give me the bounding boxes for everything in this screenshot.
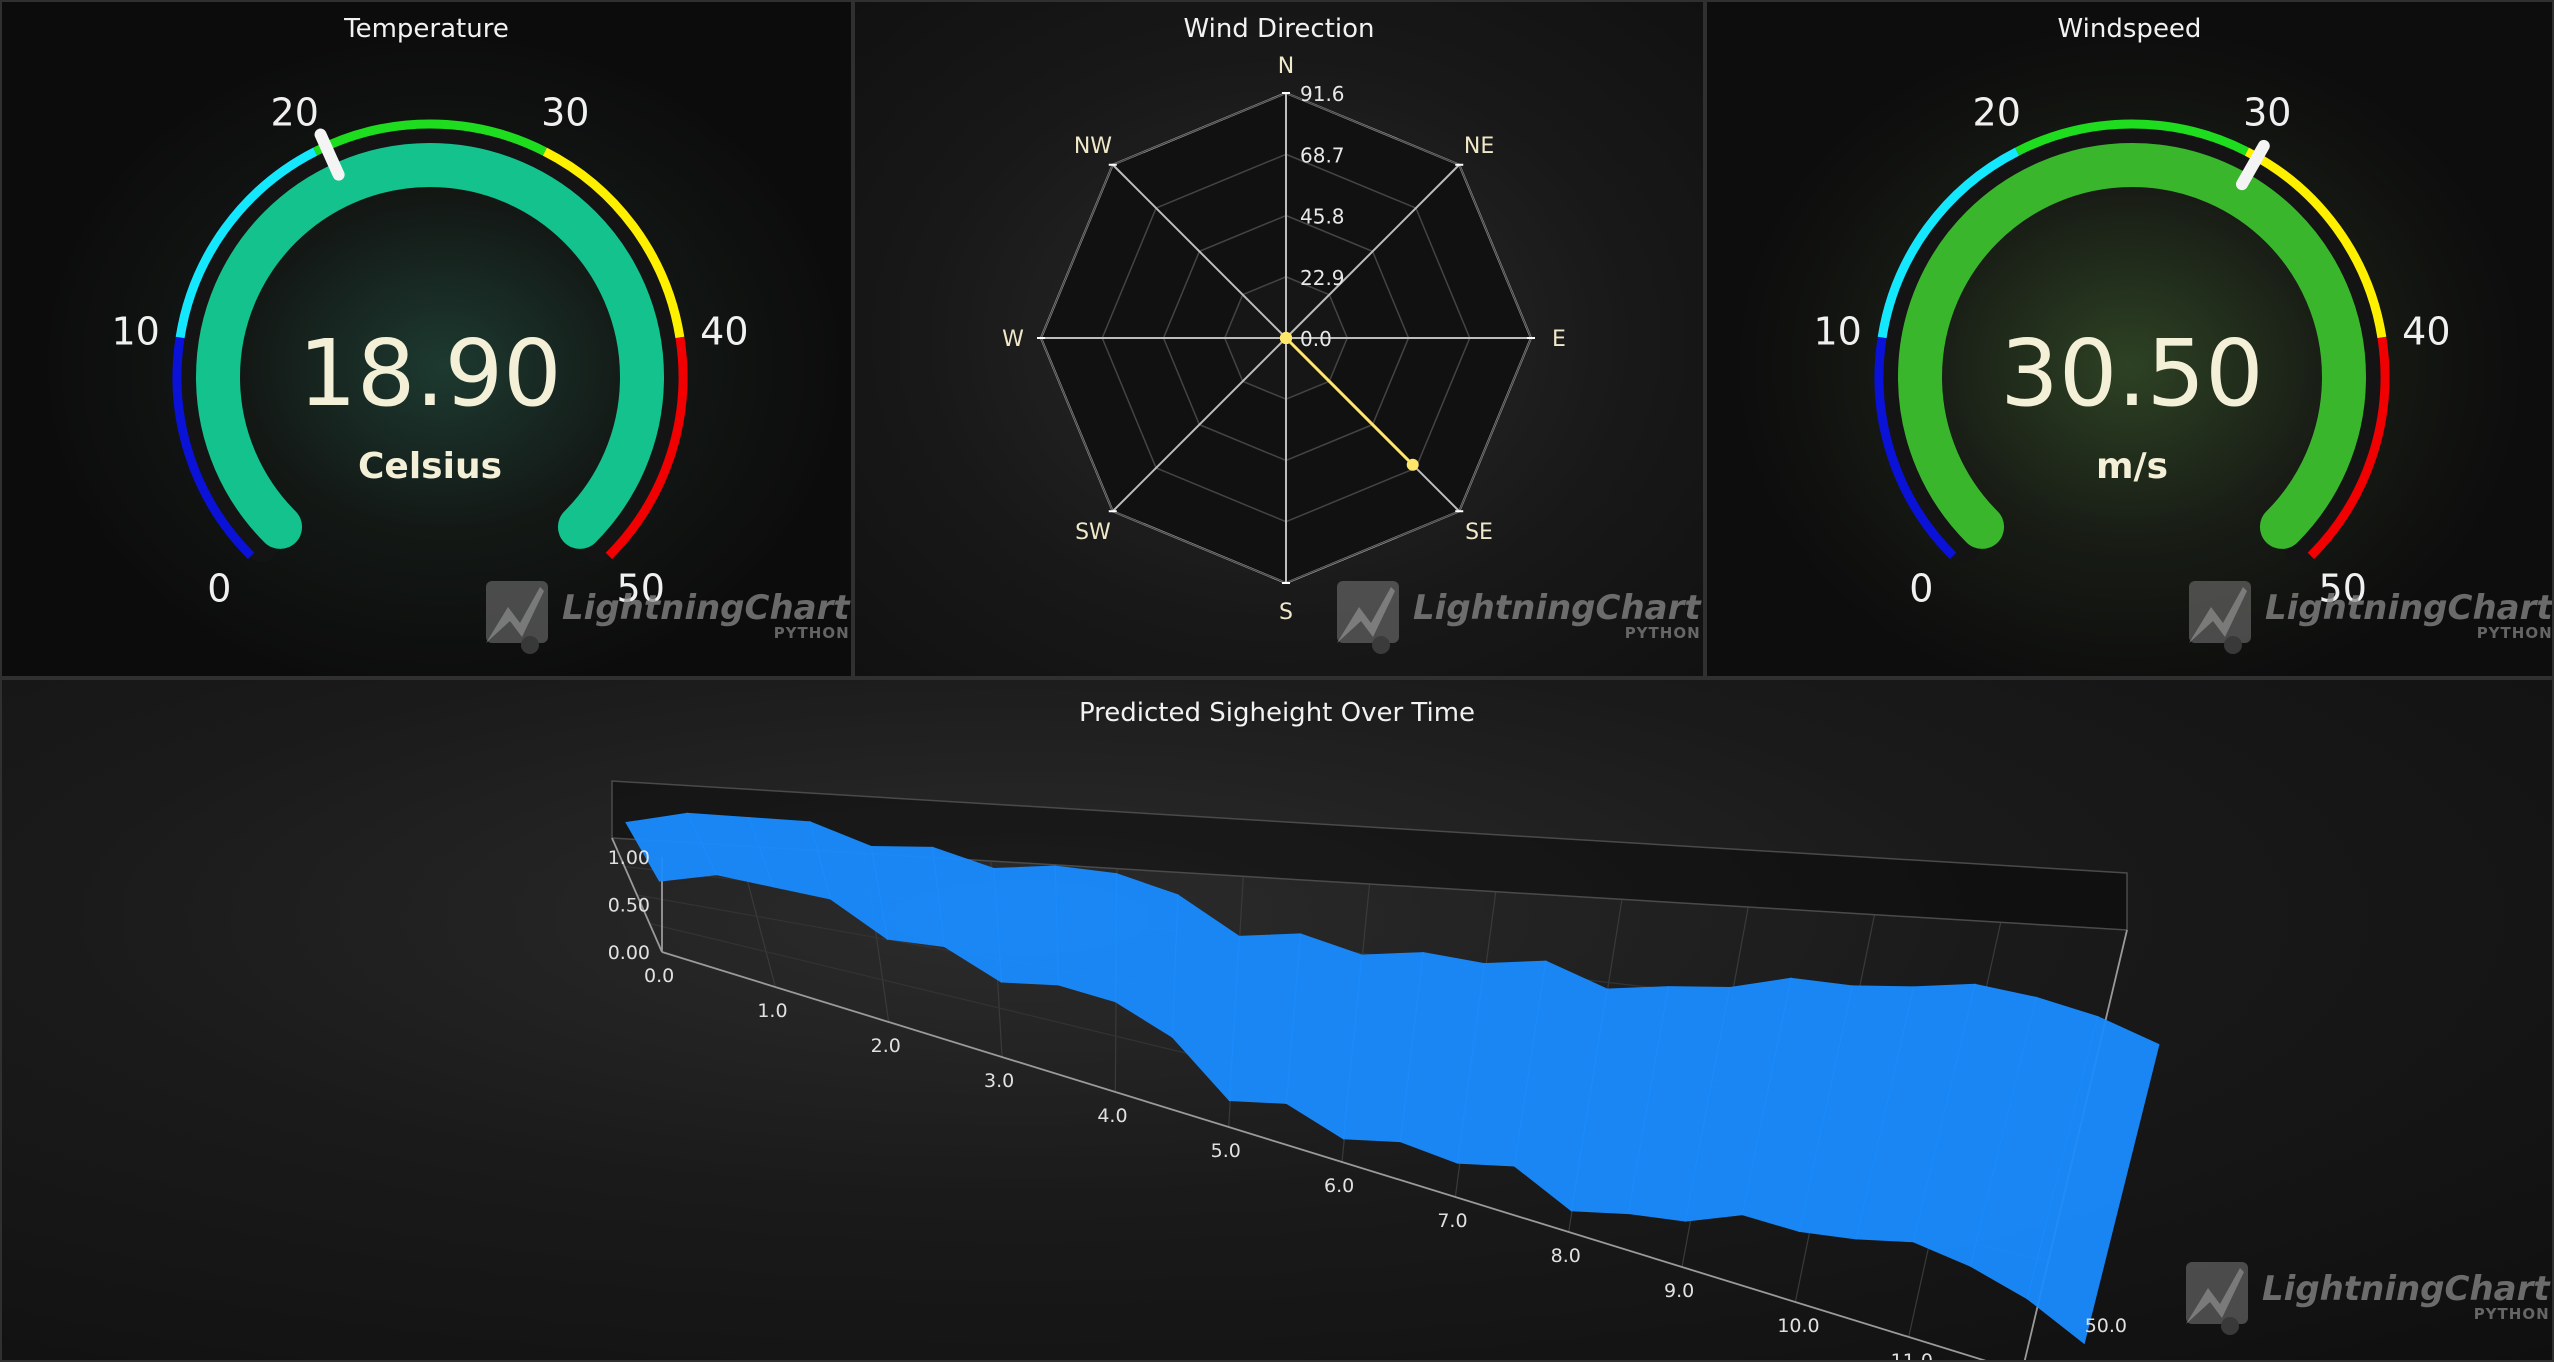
watermark-sub: PYTHON xyxy=(2473,1305,2550,1323)
watermark: LightningChart PYTHON xyxy=(480,577,850,655)
z-tick-label: 50.0 xyxy=(2085,1315,2127,1337)
watermark-sub: PYTHON xyxy=(773,624,850,642)
gauge-tick-label: 0 xyxy=(207,567,231,611)
x-tick-label: 7.0 xyxy=(1437,1210,1467,1232)
watermark: LightningChart PYTHON xyxy=(2183,577,2553,655)
sigheight-panel: Predicted Sigheight Over Time 0.0 1.0 2.0 3… xyxy=(0,678,2554,1362)
watermark-name: LightningChart xyxy=(2262,1269,2550,1309)
watermark-sub: PYTHON xyxy=(2476,624,2553,642)
radar-axis-label: W xyxy=(1002,327,1024,352)
radar-axis-label: NE xyxy=(1464,134,1494,159)
watermark: LightningChart PYTHON xyxy=(2180,1258,2550,1336)
radar-series-point xyxy=(1406,458,1419,471)
gauge-tick-label: 20 xyxy=(1973,90,2021,134)
surface-segment xyxy=(1114,873,1179,1039)
radar-tick-label: 22.9 xyxy=(1300,266,1345,290)
lightningchart-logo-icon xyxy=(2186,1262,2248,1335)
gauge-tick-label: 20 xyxy=(271,90,319,134)
x-tick-label: 11.0 xyxy=(1891,1350,1933,1362)
gauge-tick-label: 40 xyxy=(700,309,748,353)
x-tick-label: 9.0 xyxy=(1664,1280,1694,1302)
watermark-sub: PYTHON xyxy=(1624,624,1701,642)
temperature-panel: Temperature 0 10 20 30 40 50 18.90 Celsius Ligh… xyxy=(0,0,853,678)
radar-axis-label: E xyxy=(1552,327,1566,352)
gauge-tick-label: 0 xyxy=(1909,567,1933,611)
gauge-tick-label: 30 xyxy=(2243,90,2291,134)
radar-tick-label: 68.7 xyxy=(1300,143,1345,167)
gauge-value: 18.90 xyxy=(298,320,561,427)
radar-tick-label: 45.8 xyxy=(1300,205,1345,229)
gauge-unit: m/s xyxy=(2096,446,2168,487)
gauge-value: 30.50 xyxy=(2000,320,2263,427)
radar-series-point xyxy=(1280,332,1292,344)
x-tick-label: 2.0 xyxy=(871,1035,901,1057)
x-tick-label: 3.0 xyxy=(984,1070,1014,1092)
wind-direction-panel: Wind Direction N NE E SE S SW W NW 91.6 68.7 45.8 2… xyxy=(853,0,1705,678)
watermark: LightningChart PYTHON xyxy=(1331,577,1701,655)
windspeed-panel: Windspeed 0 10 20 30 40 50 30.50 m/s LightningC… xyxy=(1705,0,2554,678)
watermark-name: LightningChart xyxy=(2265,588,2553,628)
lightningchart-logo-icon xyxy=(1337,581,1399,654)
radar-tick-label: 0.0 xyxy=(1300,327,1332,351)
sigheight-3d-chart: 0.01.02.03.04.05.06.07.08.09.010.011.012… xyxy=(608,780,2160,1362)
x-tick-label: 10.0 xyxy=(1777,1315,1819,1337)
radar-axis-label: SW xyxy=(1075,520,1111,545)
gauge-tick-label: 40 xyxy=(2402,309,2450,353)
radar-axis-label: NW xyxy=(1074,134,1112,159)
x-tick-label: 8.0 xyxy=(1551,1245,1581,1267)
gauge-tick-label: 30 xyxy=(541,90,589,134)
lightningchart-logo-icon xyxy=(2189,581,2251,654)
surface-segment xyxy=(993,865,1059,986)
x-tick-label: 4.0 xyxy=(1097,1105,1127,1127)
x-tick-label: 6.0 xyxy=(1324,1175,1354,1197)
surface-segment xyxy=(1054,865,1118,1003)
radar-axis-label: N xyxy=(1278,54,1294,79)
y-tick-label: 1.00 xyxy=(608,847,650,869)
watermark-name: LightningChart xyxy=(562,588,850,628)
surface-segment xyxy=(1171,893,1240,1102)
gauge-tick-label: 10 xyxy=(1813,309,1861,353)
gauge-tick-label: 10 xyxy=(111,309,159,353)
y-tick-label: 0.00 xyxy=(608,942,650,964)
radar-axis-label: SE xyxy=(1465,520,1493,545)
radar-axis-label: S xyxy=(1279,600,1293,625)
y-tick-label: 0.50 xyxy=(608,895,650,917)
x-tick-label: 0.0 xyxy=(644,965,674,987)
lightningchart-logo-icon xyxy=(486,581,548,654)
gauge-unit: Celsius xyxy=(358,446,502,487)
watermark-name: LightningChart xyxy=(1413,588,1701,628)
surface-segment xyxy=(931,846,1003,983)
radar-tick-label: 91.6 xyxy=(1300,82,1345,106)
x-tick-label: 5.0 xyxy=(1211,1140,1241,1162)
x-tick-label: 1.0 xyxy=(757,1000,787,1022)
